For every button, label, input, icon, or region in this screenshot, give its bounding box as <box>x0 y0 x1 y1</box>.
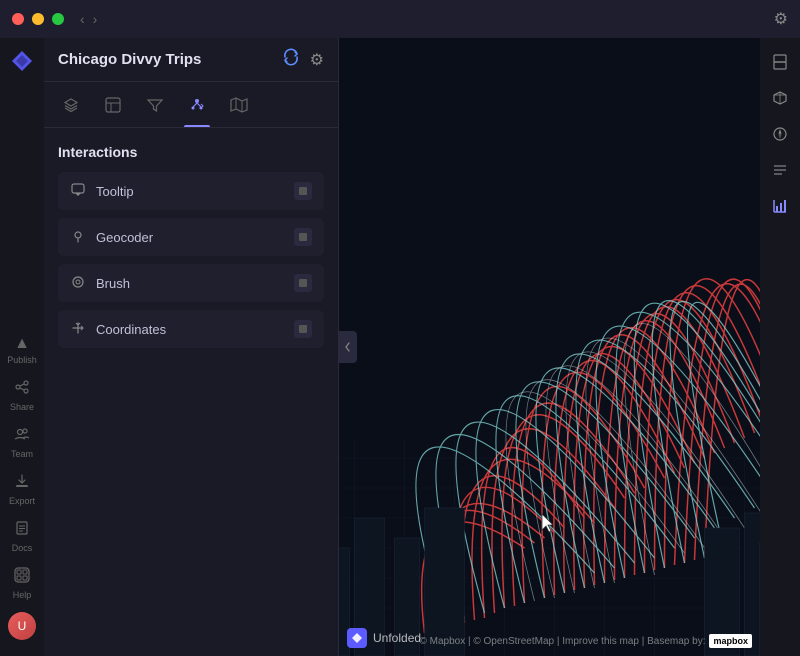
titlebar: ‹ › ⚙ <box>0 0 800 38</box>
panel-settings-icon[interactable]: ⚙ <box>310 50 324 70</box>
user-avatar[interactable]: U <box>8 612 36 640</box>
sidebar-item-share[interactable]: Share <box>0 373 44 418</box>
export-icon <box>14 473 30 494</box>
docs-icon <box>14 520 30 541</box>
titlebar-nav: ‹ › <box>80 11 97 27</box>
brush-icon <box>70 275 86 292</box>
geocoder-toggle-dot <box>299 233 307 241</box>
main-layout: ▲ Publish Share <box>0 38 800 656</box>
settings-gear-icon[interactable]: ⚙ <box>774 9 788 29</box>
tab-dataset[interactable] <box>100 90 126 127</box>
sidebar-item-docs[interactable]: Docs <box>0 514 44 559</box>
interaction-item-brush[interactable]: Brush <box>58 264 324 302</box>
maximize-button[interactable] <box>52 13 64 25</box>
right-sidebar-list-icon[interactable] <box>764 154 796 186</box>
tooltip-toggle[interactable] <box>294 182 312 200</box>
unfolded-icon <box>347 628 367 648</box>
right-sidebar-layers-icon[interactable] <box>764 46 796 78</box>
geocoder-toggle[interactable] <box>294 228 312 246</box>
panel-header: Chicago Divvy Trips ⚙ <box>44 38 338 82</box>
minimize-button[interactable] <box>32 13 44 25</box>
sidebar-item-export[interactable]: Export <box>0 467 44 512</box>
sidebar-item-help[interactable]: Help <box>0 561 44 606</box>
interactions-section-title: Interactions <box>58 144 324 160</box>
app-logo <box>7 46 37 76</box>
attribution-text: © Mapbox | © OpenStreetMap | Improve thi… <box>419 636 705 647</box>
interaction-item-tooltip[interactable]: Tooltip <box>58 172 324 210</box>
map-attribution: © Mapbox | © OpenStreetMap | Improve thi… <box>419 634 752 648</box>
panel-title: Chicago Divvy Trips <box>58 51 201 68</box>
help-icon <box>14 567 30 588</box>
brush-toggle[interactable] <box>294 274 312 292</box>
unfolded-label: Unfolded <box>373 631 421 645</box>
publish-icon: ▲ <box>14 335 30 353</box>
brush-label: Brush <box>96 276 130 291</box>
panel-header-icons: ⚙ <box>282 48 324 71</box>
coordinates-toggle[interactable] <box>294 320 312 338</box>
nav-forward-button[interactable]: › <box>93 11 98 27</box>
panel-content: Interactions Tooltip <box>44 128 338 656</box>
close-button[interactable] <box>12 13 24 25</box>
coordinates-toggle-dot <box>299 325 307 333</box>
tab-filter[interactable] <box>142 90 168 127</box>
right-sidebar <box>760 38 800 656</box>
far-left-sidebar: ▲ Publish Share <box>0 38 44 656</box>
tab-interactions[interactable] <box>184 90 210 127</box>
traffic-lights <box>12 13 64 25</box>
tooltip-toggle-dot <box>299 187 307 195</box>
right-sidebar-3d-icon[interactable] <box>764 82 796 114</box>
share-icon <box>14 379 30 400</box>
interaction-item-geocoder[interactable]: Geocoder <box>58 218 324 256</box>
refresh-icon[interactable] <box>282 48 300 71</box>
right-sidebar-chart-icon[interactable] <box>764 190 796 222</box>
geocoder-icon <box>70 229 86 246</box>
brush-toggle-dot <box>299 279 307 287</box>
arc-visualization <box>339 38 760 656</box>
geocoder-label: Geocoder <box>96 230 153 245</box>
coordinates-icon <box>70 321 86 338</box>
tooltip-label: Tooltip <box>96 184 134 199</box>
coordinates-label: Coordinates <box>96 322 166 337</box>
right-sidebar-compass-icon[interactable] <box>764 118 796 150</box>
unfolded-badge: Unfolded <box>347 628 421 648</box>
sidebar-item-team[interactable]: Team <box>0 420 44 465</box>
panel-tabs <box>44 82 338 128</box>
avatar-initials: U <box>18 619 27 633</box>
map-area[interactable]: Unfolded © Mapbox | © OpenStreetMap | Im… <box>339 38 760 656</box>
tab-map[interactable] <box>226 90 252 127</box>
tab-layers[interactable] <box>58 90 84 127</box>
team-icon <box>14 426 30 447</box>
tooltip-icon <box>70 183 86 200</box>
nav-back-button[interactable]: ‹ <box>80 11 85 27</box>
mapbox-logo: mapbox <box>709 634 752 648</box>
sidebar-nav-group: ▲ Publish Share <box>0 329 44 648</box>
panel-collapse-button[interactable] <box>339 331 357 363</box>
sidebar-item-publish[interactable]: ▲ Publish <box>0 329 44 371</box>
interaction-item-coordinates[interactable]: Coordinates <box>58 310 324 348</box>
left-panel: Chicago Divvy Trips ⚙ <box>44 38 339 656</box>
